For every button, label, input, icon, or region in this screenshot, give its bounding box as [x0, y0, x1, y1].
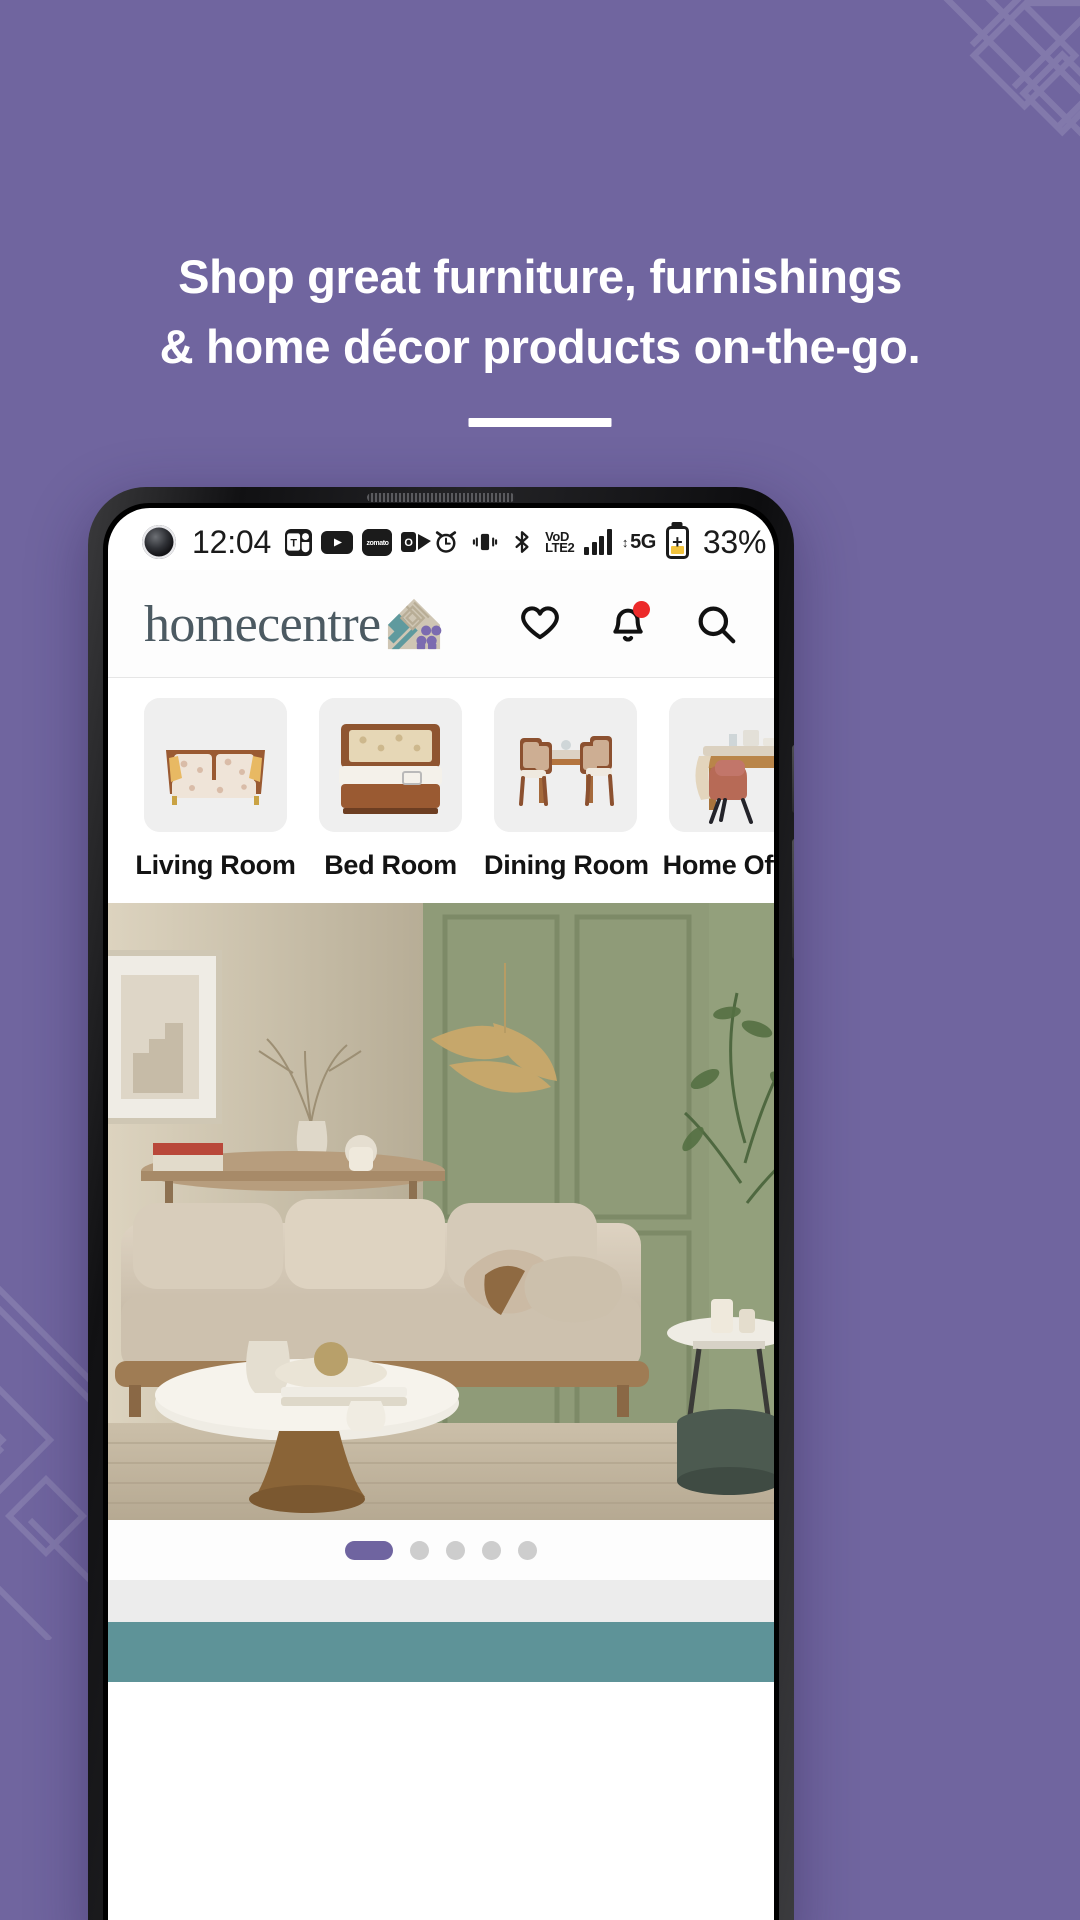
bed-thumbnail [319, 698, 462, 832]
carousel-dot-5[interactable] [518, 1540, 537, 1560]
battery-percent-label: 33% [702, 523, 767, 560]
alarm-icon [431, 527, 461, 557]
category-item-bed-room[interactable]: Bed Room [309, 698, 472, 881]
phone-mockup: 12:04 T zomato O VoD LTE2 ↕ 5G + 33% hom… [88, 487, 794, 1920]
outlook-icon: O [401, 529, 432, 556]
status-app-icons: T zomato O [285, 528, 432, 556]
category-item-dining-room[interactable]: Dining Room [484, 698, 649, 881]
category-label: Home Office [662, 850, 774, 880]
signal-bars-icon [584, 529, 612, 555]
wishlist-button[interactable] [516, 600, 564, 648]
notifications-button[interactable] [604, 600, 652, 648]
promo-headline: Shop great furniture, furnishings & home… [0, 242, 1080, 381]
teams-icon: T [285, 528, 313, 556]
volume-button [792, 745, 794, 813]
brand-logo[interactable]: homecentre [144, 597, 442, 651]
svg-text:zomato: zomato [366, 540, 388, 547]
promo-teal-section [108, 1622, 774, 1682]
category-label: Bed Room [324, 850, 457, 880]
homecentre-house-logo-icon [387, 598, 441, 649]
svg-text:T: T [290, 537, 297, 549]
zomato-icon: zomato [362, 528, 393, 556]
category-label: Living Room [135, 850, 296, 880]
category-item-living-room[interactable]: Living Room [134, 698, 297, 881]
power-button [792, 839, 794, 959]
status-time: 12:04 [192, 523, 272, 560]
status-bar: 12:04 T zomato O VoD LTE2 ↕ 5G + 33% [108, 508, 774, 570]
category-label: Dining Room [484, 850, 649, 880]
sofa-thumbnail [144, 698, 287, 832]
phone-screen: 12:04 T zomato O VoD LTE2 ↕ 5G + 33% hom… [108, 508, 774, 1920]
status-system-icons: VoD LTE2 ↕ 5G + 33% [431, 524, 766, 561]
category-item-home-office[interactable]: Home Office [659, 698, 774, 881]
carousel-dot-1[interactable] [345, 1540, 393, 1560]
battery-charging-icon: + [665, 525, 689, 559]
network-5g-icon: ↕ 5G [621, 530, 656, 553]
carousel-dot-4[interactable] [482, 1540, 501, 1560]
brand-name: homecentre [144, 595, 381, 653]
headline-line-1: Shop great furniture, furnishings [178, 250, 902, 303]
front-camera-punch-hole [142, 525, 176, 559]
header-actions [516, 600, 740, 648]
carousel-pagination[interactable] [108, 1520, 774, 1580]
dining-set-thumbnail [494, 698, 637, 832]
earpiece-speaker [367, 493, 515, 502]
headline-line-2: & home décor products on-the-go. [159, 319, 921, 373]
app-header: homecentre [108, 570, 774, 678]
category-carousel[interactable]: Living Room Bed Room Dining Room Home Of [108, 678, 774, 903]
vibrate-icon [471, 528, 499, 556]
notification-badge-dot [633, 600, 650, 618]
hero-banner-slide[interactable] [108, 903, 774, 1520]
svg-text:O: O [404, 537, 413, 549]
search-button[interactable] [692, 600, 740, 648]
carousel-dot-3[interactable] [446, 1540, 465, 1560]
section-divider [108, 1580, 774, 1622]
hero-banner-image [108, 903, 774, 1520]
desk-chair-thumbnail [669, 698, 774, 832]
carousel-dot-2[interactable] [410, 1540, 429, 1560]
data-arrows-icon: ↕ [621, 534, 629, 550]
youtube-icon [321, 530, 354, 554]
headline-underline [468, 418, 612, 427]
bluetooth-icon [509, 528, 535, 556]
volte-icon: VoD LTE2 [545, 529, 575, 555]
